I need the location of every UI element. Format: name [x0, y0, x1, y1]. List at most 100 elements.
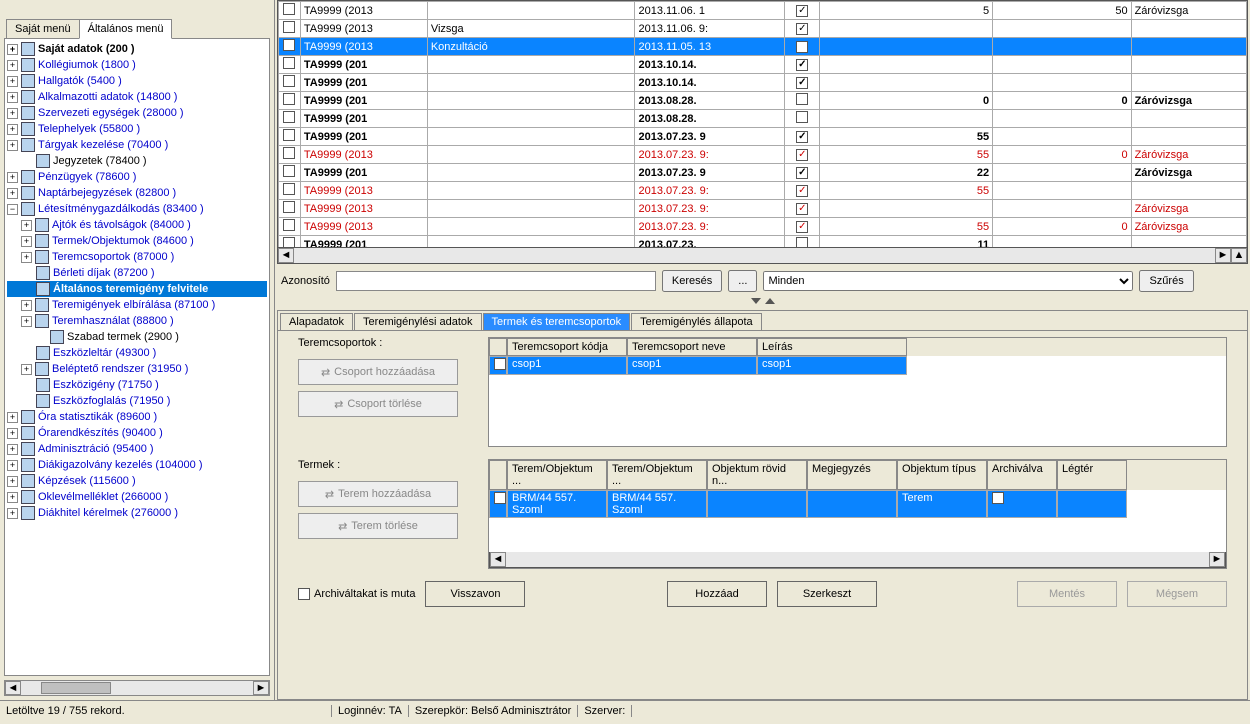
expand-icon[interactable]: + — [7, 428, 18, 439]
expand-icon[interactable]: + — [7, 460, 18, 471]
expand-icon[interactable]: + — [21, 364, 32, 375]
expand-icon[interactable]: + — [7, 476, 18, 487]
tree-item[interactable]: + Telephelyek (55800 ) — [7, 121, 267, 137]
undo-button[interactable]: Visszavon — [425, 581, 525, 607]
edit-button[interactable]: Szerkeszt — [777, 581, 877, 607]
tree-item[interactable]: + Beléptető rendszer (31950 ) — [7, 361, 267, 377]
cancel-button[interactable]: Mégsem — [1127, 581, 1227, 607]
expand-icon[interactable]: + — [21, 236, 32, 247]
tree-label[interactable]: Naptárbejegyzések (82800 ) — [38, 187, 176, 199]
tree-label[interactable]: Telephelyek (55800 ) — [38, 123, 140, 135]
grid-row[interactable]: TA9999 (2012013.07.23. 9✓55 — [279, 128, 1247, 146]
tree-item[interactable]: +Ajtók és távolságok (84000 ) — [7, 217, 267, 233]
grid-row[interactable]: TA9999 (2013Vizsga2013.11.06. 9:✓ — [279, 20, 1247, 38]
tree-label[interactable]: Beléptető rendszer (31950 ) — [52, 363, 188, 375]
tree-label[interactable]: Óra statisztikák (89600 ) — [38, 411, 157, 423]
tree-item[interactable]: + Hallgatók (5400 ) — [7, 73, 267, 89]
tree-label[interactable]: Termek/Objektumok (84600 ) — [52, 235, 194, 247]
roomgroups-grid[interactable]: Teremcsoport kódja Teremcsoport neve Leí… — [488, 337, 1227, 447]
tree-label[interactable]: Eszközleltár (49300 ) — [53, 347, 156, 359]
tree-label[interactable]: Szervezeti egységek (28000 ) — [38, 107, 184, 119]
tree-label[interactable]: Alkalmazotti adatok (14800 ) — [38, 91, 177, 103]
browse-button[interactable]: ... — [728, 270, 757, 292]
filter-button[interactable]: Szűrés — [1139, 270, 1193, 292]
grid-row[interactable]: TA9999 (2012013.10.14.✓ — [279, 74, 1247, 92]
tree-label[interactable]: Tárgyak kezelése (70400 ) — [38, 139, 168, 151]
rooms-grid[interactable]: Terem/Objektum ... Terem/Objektum ... Ob… — [488, 459, 1227, 569]
tree-label[interactable]: Jegyzetek (78400 ) — [53, 155, 147, 167]
tree-label[interactable]: Eszközigény (71750 ) — [53, 379, 159, 391]
add-button[interactable]: Hozzáad — [667, 581, 767, 607]
expand-icon[interactable]: + — [7, 124, 18, 135]
tree-item[interactable]: Eszközigény (71750 ) — [7, 377, 267, 393]
save-button[interactable]: Mentés — [1017, 581, 1117, 607]
del-group-button[interactable]: ⇄Csoport törlése — [298, 391, 458, 417]
tab-own-menu[interactable]: Saját menü — [6, 19, 80, 39]
tree-item[interactable]: Eszközleltár (49300 ) — [7, 345, 267, 361]
expand-icon[interactable]: + — [7, 412, 18, 423]
tree-item[interactable]: + Képzések (115600 ) — [7, 473, 267, 489]
tree-item[interactable]: + Adminisztráció (95400 ) — [7, 441, 267, 457]
grid-row[interactable]: TA9999 (2012013.07.23.11 — [279, 236, 1247, 249]
tree-item[interactable]: +Saját adatok (200 ) — [7, 41, 267, 57]
expand-icon[interactable]: + — [21, 220, 32, 231]
expand-icon[interactable]: + — [7, 444, 18, 455]
tree-hscroll[interactable]: ◄► — [4, 680, 270, 696]
subtab-request[interactable]: Teremigénylési adatok — [354, 313, 481, 330]
tree-item[interactable]: +Diákhitel kérelmek (276000 ) — [7, 505, 267, 521]
main-grid[interactable]: TA9999 (20132013.11.06. 1✓550ZáróvizsgaT… — [277, 0, 1248, 248]
grid-row[interactable]: TA9999 (2012013.07.23. 9✓22Záróvizsga — [279, 164, 1247, 182]
expand-icon[interactable]: + — [7, 508, 18, 519]
expand-icon[interactable]: + — [7, 140, 18, 151]
subtab-basic[interactable]: Alapadatok — [280, 313, 353, 330]
tab-general-menu[interactable]: Általános menü — [79, 19, 173, 39]
del-room-button[interactable]: ⇄Terem törlése — [298, 513, 458, 539]
expand-icon[interactable]: + — [7, 188, 18, 199]
tree-item[interactable]: +Pénzügyek (78600 ) — [7, 169, 267, 185]
nav-tree[interactable]: +Saját adatok (200 )+Kollégiumok (1800 )… — [4, 38, 270, 676]
tree-item[interactable]: Szabad termek (2900 ) — [7, 329, 267, 345]
tree-item[interactable]: + Óra statisztikák (89600 ) — [7, 409, 267, 425]
tree-label[interactable]: Eszközfoglalás (71950 ) — [53, 395, 170, 407]
expand-icon[interactable]: + — [7, 44, 18, 55]
tree-item[interactable]: + Tárgyak kezelése (70400 ) — [7, 137, 267, 153]
search-button[interactable]: Keresés — [662, 270, 722, 292]
tree-label[interactable]: Kollégiumok (1800 ) — [38, 59, 136, 71]
tree-item[interactable]: +Teremhasználat (88800 ) — [7, 313, 267, 329]
tree-item[interactable]: +Teremigények elbírálása (87100 ) — [7, 297, 267, 313]
tree-item[interactable]: +Kollégiumok (1800 ) — [7, 57, 267, 73]
subtab-status[interactable]: Teremigénylés állapota — [631, 313, 762, 330]
tree-label[interactable]: Adminisztráció (95400 ) — [38, 443, 154, 455]
tree-item[interactable]: −Létesítménygazdálkodás (83400 ) — [7, 201, 267, 217]
add-group-button[interactable]: ⇄Csoport hozzáadása — [298, 359, 458, 385]
grid-row[interactable]: TA9999 (2013Konzultáció2013.11.05. 13✓ — [279, 38, 1247, 56]
search-input[interactable] — [336, 271, 656, 291]
expand-icon[interactable]: + — [7, 76, 18, 87]
expand-icon[interactable]: + — [7, 108, 18, 119]
tree-item[interactable]: + Szervezeti egységek (28000 ) — [7, 105, 267, 121]
tree-label[interactable]: Hallgatók (5400 ) — [38, 75, 122, 87]
expand-icon[interactable]: + — [7, 492, 18, 503]
expand-icon[interactable]: + — [21, 252, 32, 263]
tree-item[interactable]: + Teremcsoportok (87000 ) — [7, 249, 267, 265]
tree-item[interactable]: +Alkalmazotti adatok (14800 ) — [7, 89, 267, 105]
tree-item[interactable]: + Termek/Objektumok (84600 ) — [7, 233, 267, 249]
grid-row[interactable]: TA9999 (2012013.08.28. — [279, 110, 1247, 128]
filter-select[interactable]: Minden — [763, 271, 1133, 291]
tree-item[interactable]: Eszközfoglalás (71950 ) — [7, 393, 267, 409]
grid-row[interactable]: TA9999 (20132013.07.23. 9:✓550Záróvizsga — [279, 218, 1247, 236]
tree-label[interactable]: Képzések (115600 ) — [38, 475, 136, 487]
tree-label[interactable]: Teremhasználat (88800 ) — [52, 315, 174, 327]
tree-label[interactable]: Teremcsoportok (87000 ) — [52, 251, 174, 263]
subtab-rooms[interactable]: Termek és teremcsoportok — [483, 313, 631, 330]
tree-label[interactable]: Általános teremigény felvitele — [53, 283, 208, 295]
expand-icon[interactable]: + — [21, 300, 32, 311]
tree-label[interactable]: Szabad termek (2900 ) — [67, 331, 179, 343]
tree-item[interactable]: Jegyzetek (78400 ) — [7, 153, 267, 169]
expand-icon[interactable]: + — [7, 172, 18, 183]
tree-label[interactable]: Oklevélmelléklet (266000 ) — [38, 491, 168, 503]
grid-hscroll[interactable]: ◄►▲ — [277, 248, 1248, 264]
grid-row[interactable]: TA9999 (20132013.11.06. 1✓550Záróvizsga — [279, 2, 1247, 20]
tree-item[interactable]: +Órarendkészítés (90400 ) — [7, 425, 267, 441]
grid-row[interactable]: TA9999 (20132013.07.23. 9:✓55 — [279, 182, 1247, 200]
